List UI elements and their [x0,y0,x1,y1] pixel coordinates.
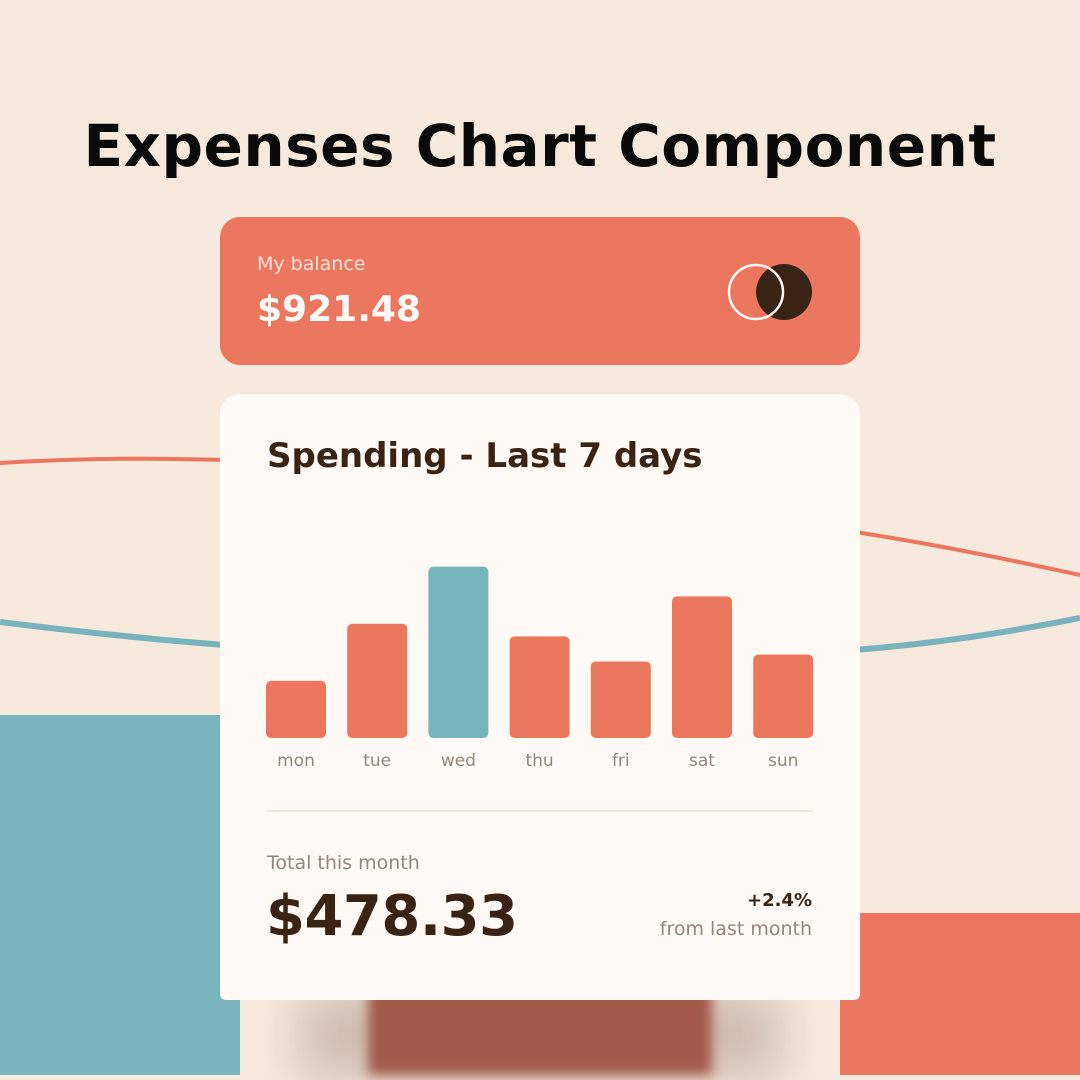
background-coral-curve-right [854,530,1080,577]
bar-mon[interactable] [266,680,326,738]
change-percentage: +2.4% [746,890,812,911]
day-label-sat: sat [689,751,715,771]
background-teal-curve-right [854,615,1080,653]
change-label: from last month [659,918,812,940]
balance-amount: $921.48 [257,289,421,330]
day-label-tue: tue [363,751,391,771]
spending-card: Spending - Last 7 days mon tue wed thu fri sa… [220,394,860,1000]
day-label-mon: mon [277,751,315,771]
day-label-fri: fri [612,751,630,771]
bar-tue[interactable] [347,623,408,738]
spending-bar-chart: mon tue wed thu fri sat sun [266,566,814,771]
background-teal-block [0,715,240,1075]
background-coral-block [840,913,1080,1075]
balance-label: My balance [257,253,366,275]
bar-wed[interactable] [428,566,489,738]
balance-card: My balance $921.48 [220,217,860,365]
page-title: Expenses Chart Component [83,112,997,180]
day-label-thu: thu [525,751,553,771]
bar-thu[interactable] [509,636,570,738]
bar-fri[interactable] [590,661,651,738]
total-amount: $478.33 [266,884,518,949]
day-label-wed: wed [441,751,476,771]
day-label-sun: sun [768,751,798,771]
spending-title: Spending - Last 7 days [267,436,703,476]
total-label: Total this month [267,852,420,874]
background-coral-curve [0,456,226,465]
bar-sat[interactable] [672,596,732,738]
two-circles-logo-icon [727,263,812,321]
bar-sun[interactable] [753,654,814,738]
divider [266,810,813,812]
background-teal-curve [0,619,226,648]
